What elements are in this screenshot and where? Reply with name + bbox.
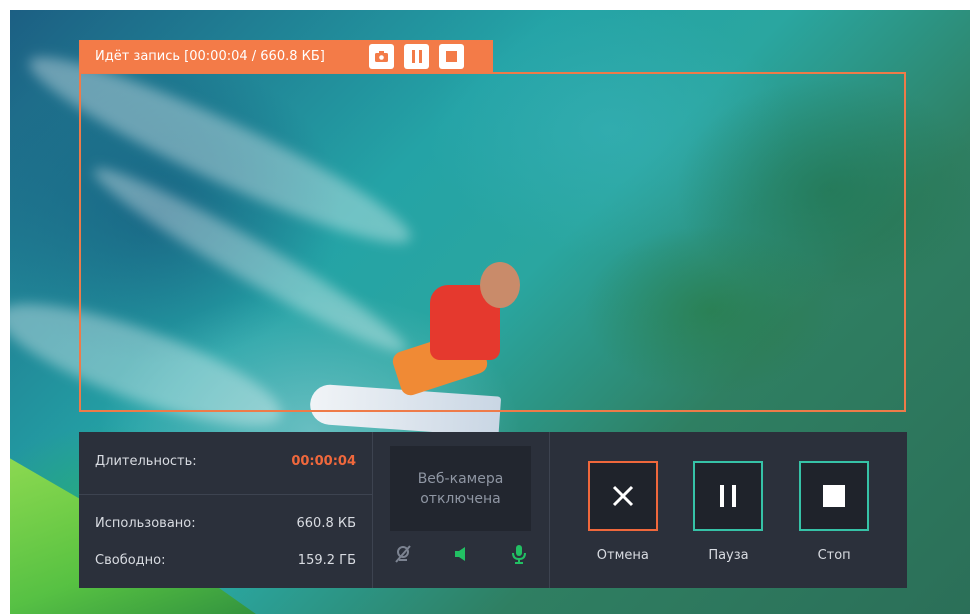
- stop-icon: [446, 51, 457, 62]
- free-value: 159.2 ГБ: [297, 553, 356, 568]
- used-row: Использовано: 660.8 КБ: [95, 516, 356, 531]
- webcam-section: Веб-камера отключена: [373, 432, 550, 588]
- pause-button[interactable]: [693, 461, 764, 531]
- pause-label: Пауза: [708, 548, 749, 563]
- bar-pause-button[interactable]: [404, 44, 429, 69]
- close-icon: [612, 485, 633, 507]
- free-row: Свободно: 159.2 ГБ: [95, 553, 356, 568]
- stop-button[interactable]: [799, 461, 870, 531]
- media-toggles: [393, 544, 527, 568]
- used-value: 660.8 КБ: [296, 516, 357, 531]
- recording-status-bar: Идёт запись [00:00:04 / 660.8 КБ]: [79, 40, 493, 73]
- recording-stats: Длительность: 00:00:04 Использовано: 660…: [79, 432, 373, 588]
- camera-icon: [375, 51, 388, 62]
- webcam-off-icon: [395, 545, 411, 563]
- pause-action: Пауза: [693, 461, 764, 588]
- cancel-label: Отмена: [596, 548, 649, 563]
- bar-stop-button[interactable]: [439, 44, 464, 69]
- recording-actions: Отмена Пауза Стоп: [550, 432, 907, 588]
- recording-status-text: Идёт запись [00:00:04 / 660.8 КБ]: [95, 49, 325, 64]
- webcam-status: Веб-камера отключена: [417, 470, 504, 507]
- duration-row: Длительность: 00:00:04: [95, 454, 356, 469]
- speaker-icon: [455, 547, 465, 561]
- cancel-button[interactable]: [587, 461, 658, 531]
- webcam-preview: Веб-камера отключена: [390, 446, 531, 531]
- stop-label: Стоп: [817, 548, 851, 563]
- webcam-toggle[interactable]: [393, 544, 413, 568]
- free-label: Свободно:: [95, 553, 166, 568]
- stop-action: Стоп: [799, 461, 870, 588]
- used-label: Использовано:: [95, 516, 196, 531]
- recording-control-panel: Длительность: 00:00:04 Использовано: 660…: [79, 432, 907, 588]
- recording-area-frame[interactable]: [79, 72, 906, 412]
- system-audio-toggle[interactable]: [453, 545, 471, 567]
- pause-icon: [411, 50, 422, 63]
- microphone-toggle[interactable]: [511, 544, 527, 568]
- duration-value: 00:00:04: [291, 454, 356, 469]
- stop-icon: [823, 485, 846, 507]
- pause-icon: [720, 485, 737, 507]
- duration-label: Длительность:: [95, 454, 197, 469]
- microphone-icon: [512, 545, 526, 564]
- cancel-action: Отмена: [587, 461, 658, 588]
- stats-divider: [79, 494, 372, 495]
- screenshot-button[interactable]: [369, 44, 394, 69]
